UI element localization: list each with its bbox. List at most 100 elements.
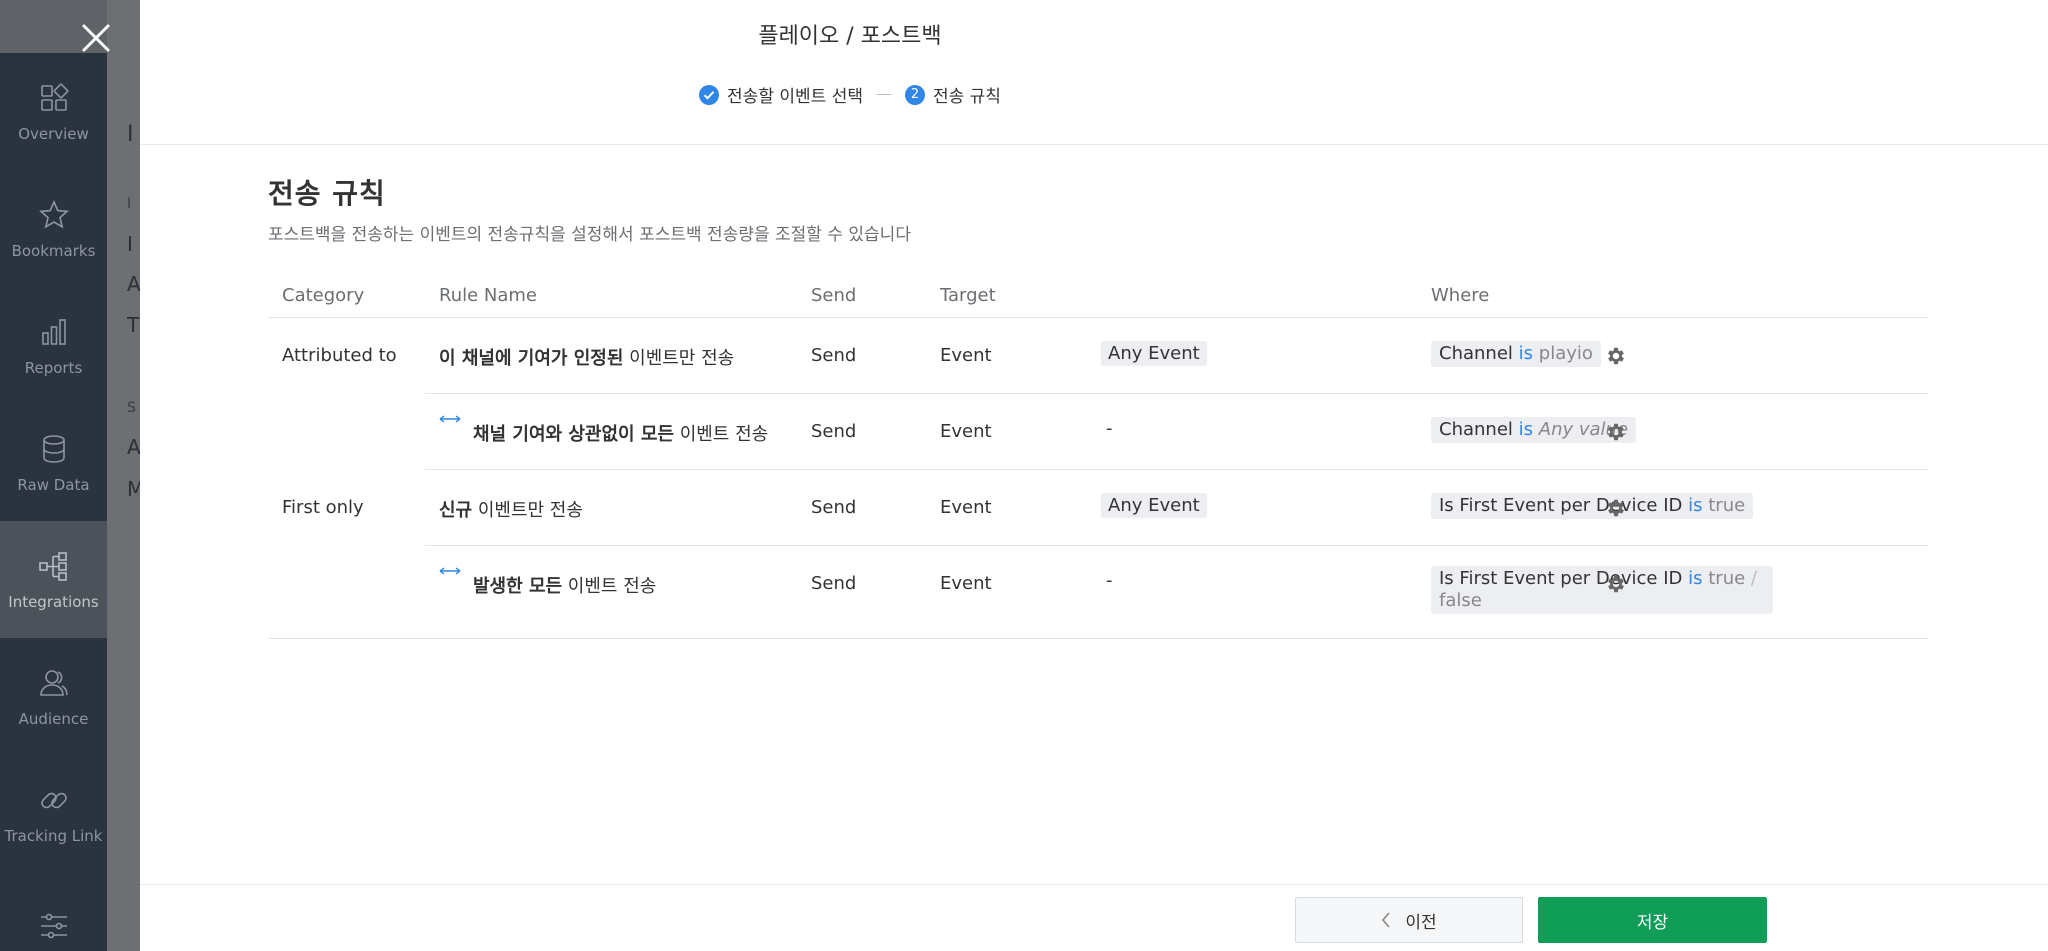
background-text: A	[127, 435, 140, 459]
gear-icon[interactable]	[1605, 421, 1627, 443]
bar-chart-icon	[41, 318, 66, 345]
table-header: Category Rule Name Send Target Where	[268, 275, 1928, 318]
background-text: S	[127, 400, 136, 416]
audience-icon	[39, 669, 68, 696]
background-text: I	[127, 122, 134, 147]
where-field: Is First Event per Device ID	[1439, 495, 1683, 516]
where-field: Is First Event per Device ID	[1439, 568, 1683, 589]
sidebar-item-bookmarks[interactable]: Bookmarks	[0, 170, 107, 287]
rule-name-bold: 채널 기여와 상관없이 모든	[473, 424, 674, 445]
target-cell: Event	[940, 345, 992, 366]
where-chip: Is First Event per Device ID is true / f…	[1431, 566, 1773, 614]
rule-name-bold: 발생한 모든	[473, 576, 563, 597]
modal-footer: 이전 저장	[140, 884, 2048, 951]
send-cell: Send	[811, 421, 857, 442]
rule-name-rest: 이벤트 전송	[673, 424, 769, 445]
where-value: true	[1708, 495, 1746, 516]
where-field: Channel	[1439, 343, 1513, 364]
target-cell: Event	[940, 421, 992, 442]
section-header: 전송 규칙 포스트백을 전송하는 이벤트의 전송규칙을 설정해서 포스트백 전송…	[268, 172, 911, 245]
event-chip: Any Event	[1101, 341, 1207, 366]
sidebar-item-audience[interactable]: Audience	[0, 638, 107, 755]
chevron-left-icon	[1382, 912, 1390, 928]
save-button[interactable]: 저장	[1538, 897, 1767, 943]
rule-name-bold: 이 채널에 기여가 인정된	[439, 348, 624, 369]
category-cell: Attributed to	[282, 345, 397, 366]
sidebar: Overview Bookmarks Reports Raw Data Inte…	[0, 0, 107, 951]
where-value-2: false	[1439, 590, 1482, 611]
postback-modal: 플레이오 / 포스트백 전송할 이벤트 선택 2 전송 규칙 전송 규칙 포스트…	[140, 0, 2048, 951]
save-button-label: 저장	[1636, 912, 1669, 933]
gear-icon[interactable]	[1605, 497, 1627, 519]
section-description: 포스트백을 전송하는 이벤트의 전송규칙을 설정해서 포스트백 전송량을 조절할…	[268, 225, 911, 245]
double-arrow-icon	[439, 567, 461, 575]
gear-icon[interactable]	[1605, 573, 1627, 595]
where-chip: Is First Event per Device ID is true	[1431, 493, 1754, 519]
table-row: Attributed to 이 채널에 기여가 인정된 이벤트만 전송 Send…	[282, 318, 1928, 394]
modal-header: 플레이오 / 포스트백 전송할 이벤트 선택 2 전송 규칙	[140, 0, 2048, 145]
sidebar-item-label: Bookmarks	[11, 241, 96, 260]
table-row: First only 신규 이벤트만 전송 Send Event Any Eve…	[282, 470, 1928, 546]
modal-title: 플레이오 / 포스트백	[758, 24, 942, 49]
background-text: M	[127, 477, 140, 501]
where-operator: is	[1688, 568, 1703, 589]
sidebar-item-label: Tracking Link	[4, 826, 103, 845]
previous-button-label: 이전	[1405, 912, 1437, 933]
integrations-icon	[38, 551, 67, 581]
link-icon	[40, 792, 67, 808]
header-send: Send	[811, 285, 857, 306]
stepper: 전송할 이벤트 선택 2 전송 규칙	[140, 82, 1560, 107]
event-cell: -	[1106, 570, 1113, 591]
step-label: 전송 규칙	[932, 87, 1001, 107]
table-row: 채널 기여와 상관없이 모든 이벤트 전송 Send Event - Chann…	[425, 394, 1928, 470]
header-rule-name: Rule Name	[439, 285, 538, 306]
sidebar-item-reports[interactable]: Reports	[0, 287, 107, 404]
step-label: 전송할 이벤트 선택	[727, 87, 863, 107]
close-icon	[82, 24, 110, 52]
background-text: I	[127, 196, 132, 212]
where-chip: Channel is playio	[1431, 341, 1601, 367]
step-separator	[876, 94, 891, 95]
rules-table: Category Rule Name Send Target Where Att…	[268, 275, 1928, 639]
rule-name-bold: 신규	[439, 500, 473, 521]
step-select-events[interactable]: 전송할 이벤트 선택	[699, 82, 863, 107]
overview-icon	[40, 83, 68, 111]
background-text: T	[127, 313, 140, 337]
rule-name-cell[interactable]: 발생한 모든 이벤트 전송	[439, 567, 657, 598]
check-circle-icon	[699, 84, 720, 105]
header-target: Target	[940, 285, 996, 306]
gear-icon[interactable]	[1605, 345, 1627, 367]
close-button[interactable]	[78, 20, 118, 60]
header-where: Where	[1431, 285, 1490, 306]
sidebar-item-overview[interactable]: Overview	[0, 53, 107, 170]
previous-button[interactable]: 이전	[1295, 897, 1523, 943]
rule-name-rest: 이벤트 전송	[562, 576, 657, 597]
sliders-icon	[40, 913, 67, 938]
where-operator: is	[1518, 419, 1534, 440]
event-chip: Any Event	[1101, 493, 1207, 518]
sidebar-item-settings[interactable]	[0, 872, 107, 951]
rule-name-cell[interactable]: 이 채널에 기여가 인정된 이벤트만 전송	[439, 344, 734, 370]
where-separator: /	[1745, 568, 1757, 589]
rule-name-rest: 이벤트만 전송	[472, 500, 583, 521]
sidebar-item-tracking-link[interactable]: Tracking Link	[0, 755, 107, 872]
sidebar-item-integrations[interactable]: Integrations	[0, 521, 107, 638]
sidebar-item-label: Overview	[18, 124, 89, 143]
target-cell: Event	[940, 497, 992, 518]
table-row: 발생한 모든 이벤트 전송 Send Event - Is First Even…	[425, 546, 1928, 639]
star-icon	[38, 199, 69, 228]
sidebar-item-raw-data[interactable]: Raw Data	[0, 404, 107, 521]
rule-name-cell[interactable]: 채널 기여와 상관없이 모든 이벤트 전송	[439, 415, 769, 446]
double-arrow-icon	[439, 415, 461, 423]
sidebar-nav: Overview Bookmarks Reports Raw Data Inte…	[0, 53, 107, 951]
where-operator: is	[1688, 495, 1703, 516]
background-text: I	[127, 232, 133, 256]
rule-name-cell[interactable]: 신규 이벤트만 전송	[439, 496, 583, 522]
step-send-rules[interactable]: 2 전송 규칙	[904, 82, 1001, 107]
event-cell: -	[1106, 418, 1113, 439]
sidebar-item-label: Audience	[18, 709, 89, 728]
background-page: I I I A T S A M	[107, 0, 140, 951]
where-operator: is	[1518, 343, 1534, 364]
send-cell: Send	[811, 345, 857, 366]
sidebar-item-label: Reports	[24, 358, 83, 377]
